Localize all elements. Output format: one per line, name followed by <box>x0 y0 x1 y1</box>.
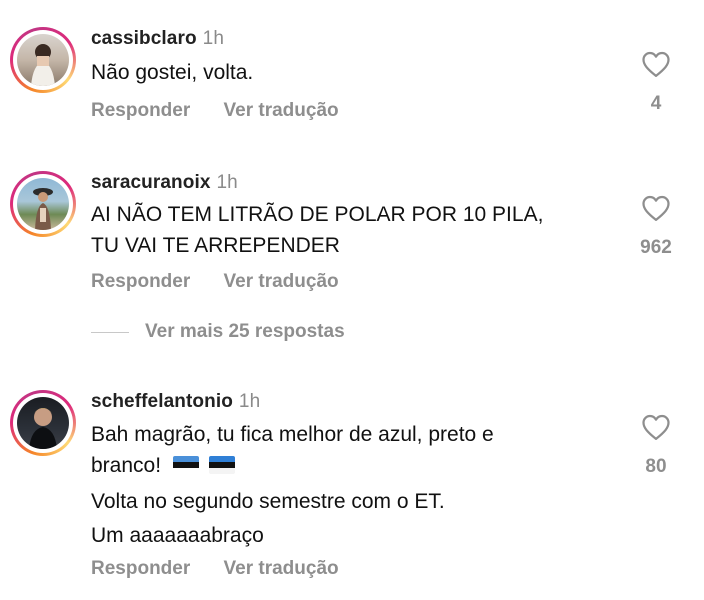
comment-time: 1h <box>202 28 225 49</box>
like-button[interactable] <box>640 50 672 78</box>
like-button[interactable] <box>640 413 672 441</box>
view-more-replies-button[interactable]: Ver mais 25 respostas <box>145 321 345 343</box>
avatar[interactable] <box>10 390 76 456</box>
heart-icon[interactable] <box>641 50 671 78</box>
translate-button[interactable]: Ver tradução <box>224 100 339 121</box>
translate-button[interactable]: Ver tradução <box>224 271 339 292</box>
translate-button[interactable]: Ver tradução <box>224 558 339 579</box>
reply-button[interactable]: Responder <box>91 100 190 121</box>
comment-text: AI NÃO TEM LITRÃO DE POLAR POR 10 PILA, … <box>91 203 544 257</box>
comment-time: 1h <box>238 391 261 412</box>
estonia-flag-icon <box>208 456 235 474</box>
like-count: 4 <box>650 93 662 114</box>
like-count: 962 <box>640 237 672 258</box>
comment-username[interactable]: saracuranoix 1h <box>91 172 238 194</box>
heart-icon[interactable] <box>641 194 671 222</box>
comment-time: 1h <box>216 172 238 193</box>
comment-text: Bah magrão, tu fica melhor de azul, pret… <box>91 423 494 547</box>
like-button[interactable] <box>640 194 672 222</box>
comment-text: Não gostei, volta. <box>91 61 254 84</box>
comment-username[interactable]: cassibclaro 1h <box>91 28 224 50</box>
replies-divider <box>91 332 129 333</box>
avatar[interactable] <box>10 171 76 237</box>
heart-icon[interactable] <box>641 413 671 441</box>
avatar[interactable] <box>10 27 76 93</box>
gremio-flag-icon <box>172 456 199 474</box>
reply-button[interactable]: Responder <box>91 558 190 579</box>
comment-username[interactable]: scheffelantonio 1h <box>91 391 260 413</box>
reply-button[interactable]: Responder <box>91 271 190 292</box>
like-count: 80 <box>645 456 667 477</box>
